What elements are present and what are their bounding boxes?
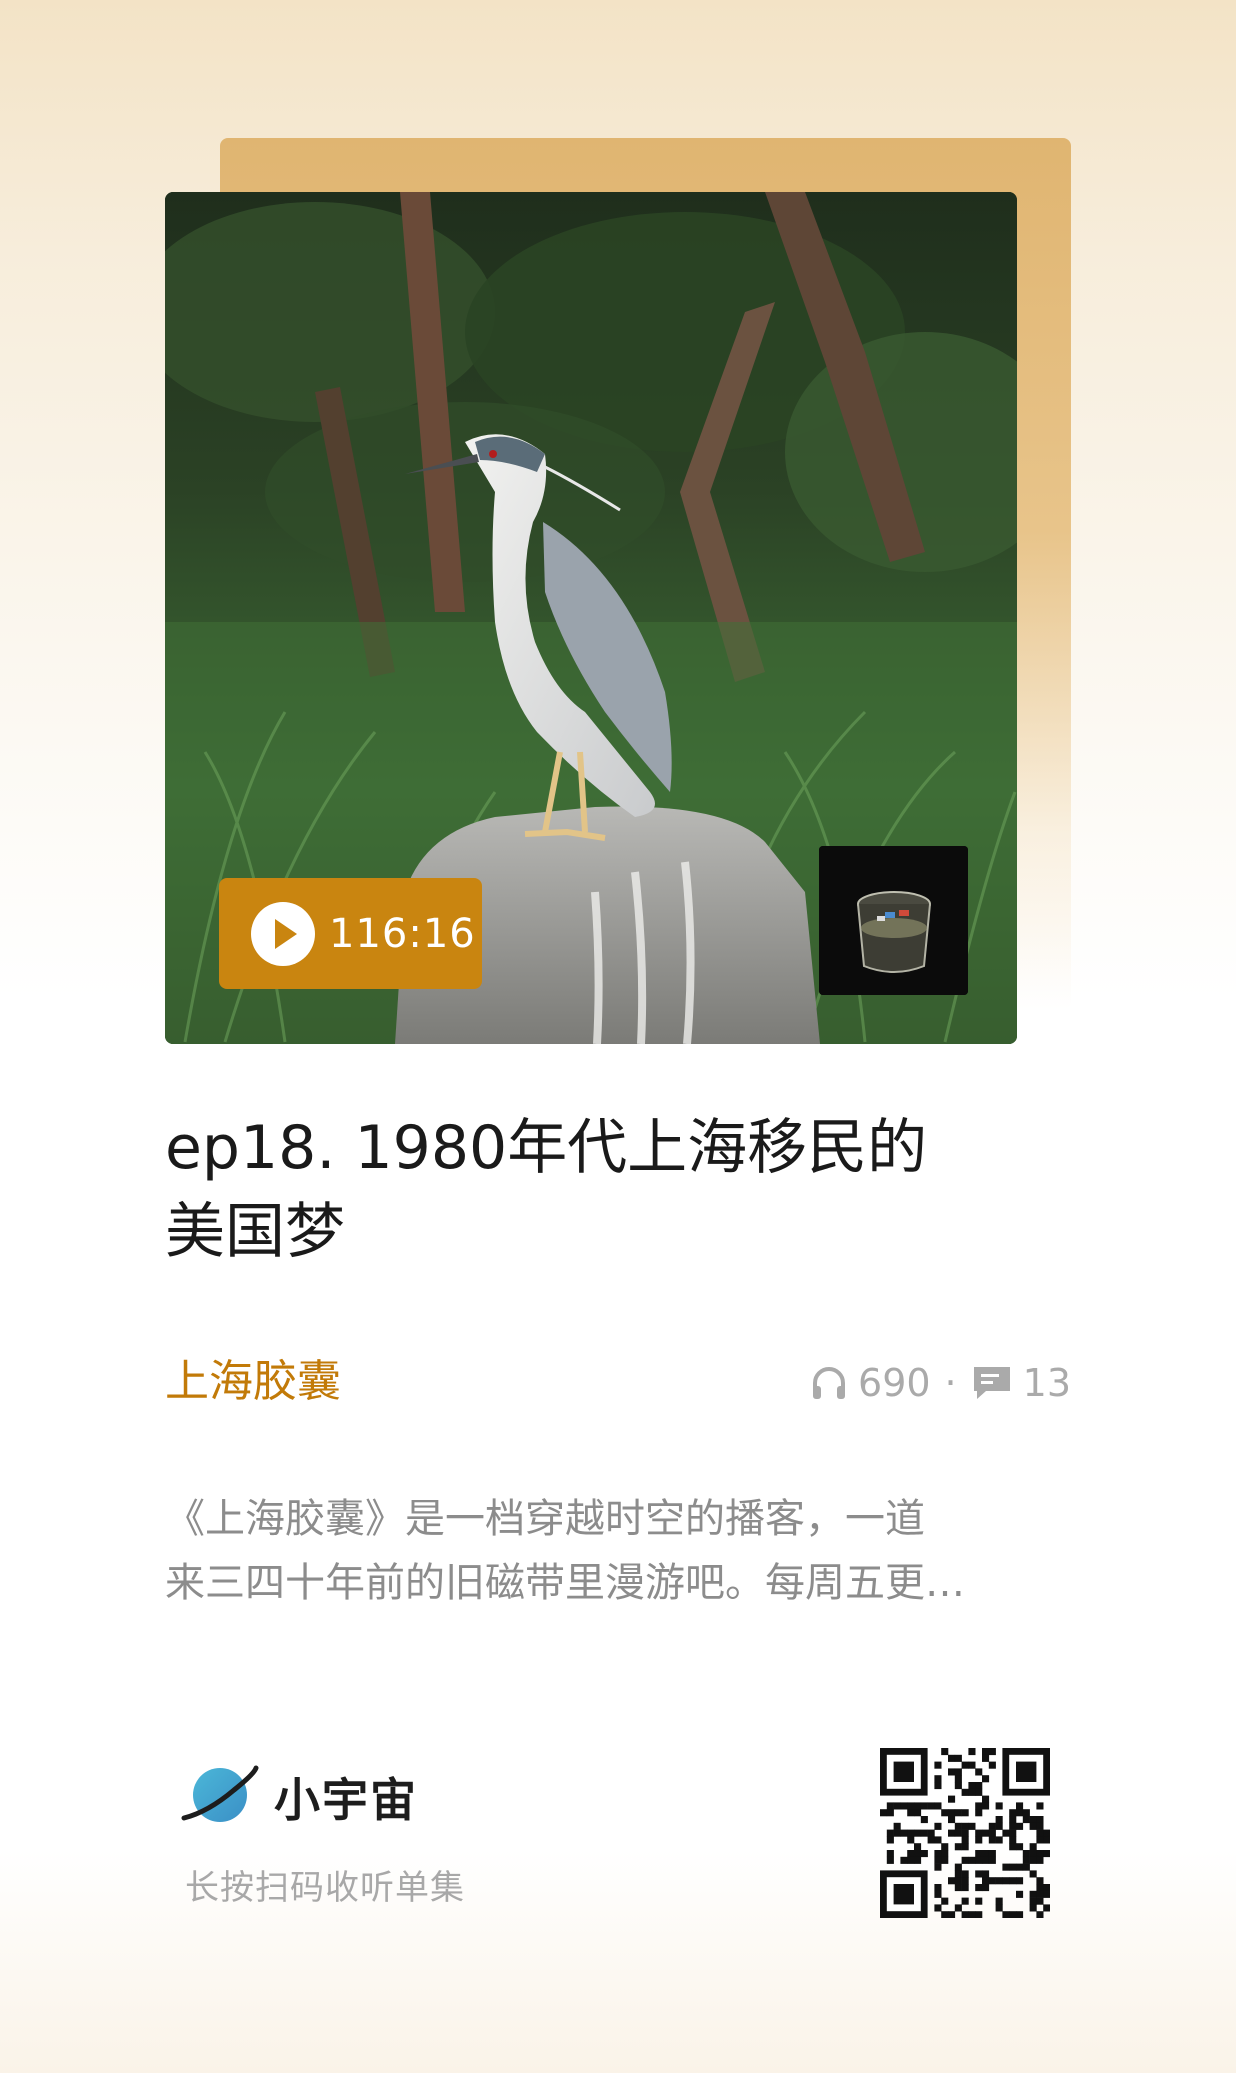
comment-icon	[971, 1364, 1013, 1402]
planet-icon	[178, 1760, 260, 1834]
play-duration-button[interactable]: 116:16	[219, 878, 482, 989]
brand-logo: 小宇宙	[178, 1762, 418, 1832]
episode-duration: 116:16	[329, 910, 476, 957]
qr-code-icon[interactable]	[880, 1748, 1051, 1919]
episode-stats: 690 · 13	[810, 1358, 1071, 1408]
scan-hint: 长按扫码收听单集	[185, 1868, 465, 1908]
episode-title-line-1: ep18. 1980年代上海移民的	[165, 1113, 928, 1183]
comment-count: 13	[1022, 1361, 1071, 1405]
brand-name: 小宇宙	[274, 1773, 418, 1827]
stats-separator: ·	[944, 1361, 957, 1405]
play-icon	[251, 901, 315, 966]
episode-title: ep18. 1980年代上海移民的 美国梦	[165, 1106, 1065, 1274]
podcast-thumbnail	[819, 846, 968, 995]
podcast-name-link[interactable]: 上海胶囊	[165, 1352, 341, 1412]
podcast-description: 《上海胶囊》是一档穿越时空的播客，一道 来三四十年前的旧磁带里漫游吧。每周五更…	[165, 1487, 1071, 1615]
play-count: 690	[858, 1361, 931, 1405]
description-line-1: 《上海胶囊》是一档穿越时空的播客，一道	[165, 1496, 925, 1542]
description-line-2: 来三四十年前的旧磁带里漫游吧。每周五更…	[165, 1560, 965, 1606]
episode-title-line-2: 美国梦	[165, 1197, 345, 1267]
headphones-icon	[810, 1364, 848, 1402]
